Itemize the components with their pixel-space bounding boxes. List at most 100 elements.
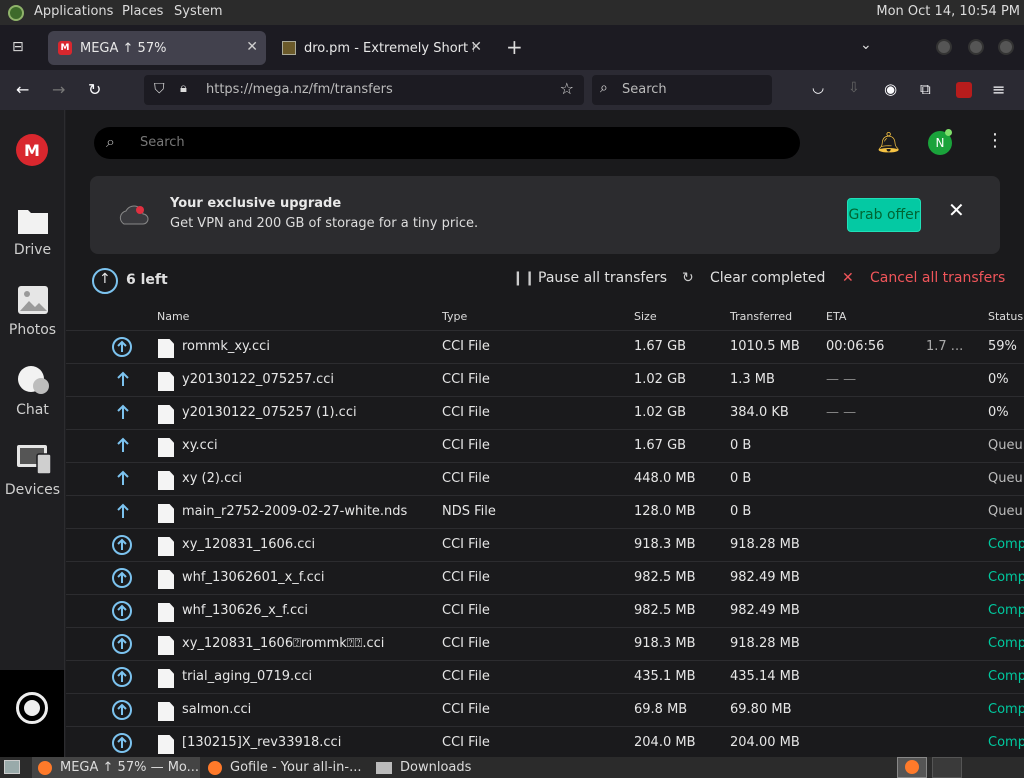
mega-favicon-icon: M xyxy=(58,41,72,55)
search-icon: ⌕ xyxy=(600,80,608,96)
taskbar-item-downloads[interactable]: Downloads xyxy=(370,757,530,778)
pocket-icon[interactable]: ◡ xyxy=(812,80,824,96)
gnome-logo-icon[interactable] xyxy=(8,5,24,21)
shield-icon[interactable]: ⛉ xyxy=(154,81,165,97)
clear-icon[interactable]: ↻ xyxy=(682,270,694,286)
pause-icon[interactable]: ❙❙ xyxy=(512,270,535,286)
lock-icon[interactable]: 🔒︎ xyxy=(180,81,187,96)
table-row[interactable]: salmon.cci CCI File 69.8 MB 69.80 MB Comp xyxy=(66,693,1024,726)
sidebar-item-photos[interactable]: Photos xyxy=(0,284,65,338)
back-icon[interactable]: ← xyxy=(16,80,29,99)
web-search-placeholder: Search xyxy=(622,82,667,97)
file-name: trial_aging_0719.cci xyxy=(182,669,313,684)
clear-completed-button[interactable]: Clear completed xyxy=(710,270,825,286)
new-tab-icon[interactable]: + xyxy=(506,35,523,59)
menu-places[interactable]: Places xyxy=(122,4,163,19)
grab-offer-button[interactable]: Grab offer xyxy=(847,198,921,232)
hamburger-menu-icon[interactable]: ≡ xyxy=(992,80,1005,99)
more-options-icon[interactable]: ⋮ xyxy=(986,130,1004,151)
table-row[interactable]: whf_130626_x_f.cci CCI File 982.5 MB 982.49… xyxy=(66,594,1024,627)
downloads-icon[interactable]: ⇩ xyxy=(848,80,860,96)
table-row[interactable]: whf_13062601_x_f.cci CCI File 982.5 MB 982.… xyxy=(66,561,1024,594)
workspace-switcher[interactable] xyxy=(897,757,927,778)
close-window-icon[interactable] xyxy=(998,39,1014,55)
table-row[interactable]: xy.cci CCI File 1.67 GB 0 B Queu xyxy=(66,429,1024,462)
file-name: xy (2).cci xyxy=(182,471,242,486)
table-row[interactable]: xy_120831_1606⍰rommk⍰⍰.cci CCI File 918.3 … xyxy=(66,627,1024,660)
file-type: NDS File xyxy=(442,504,496,519)
menu-applications[interactable]: Applications xyxy=(34,4,113,19)
close-tab-icon[interactable]: ✕ xyxy=(470,39,482,55)
url-text[interactable]: https://mega.nz/fm/transfers xyxy=(206,82,393,97)
transfer-status: Comp xyxy=(988,669,1024,684)
transfer-status: Comp xyxy=(988,570,1024,585)
mega-search-input[interactable]: ⌕ Search xyxy=(94,127,800,159)
table-row[interactable]: xy_120831_1606.cci CCI File 918.3 MB 918.28… xyxy=(66,528,1024,561)
file-size: 918.3 MB xyxy=(634,636,696,651)
upload-circle-icon xyxy=(111,732,133,758)
col-header-name[interactable]: Name xyxy=(157,310,189,323)
forward-icon[interactable]: → xyxy=(52,80,65,99)
tab-dro[interactable]: dro.pm - Extremely Short Li ✕ xyxy=(272,31,490,65)
transfer-status: Comp xyxy=(988,603,1024,618)
cancel-icon[interactable]: ✕ xyxy=(842,270,854,286)
upload-arrow-icon xyxy=(116,469,130,491)
col-header-transferred[interactable]: Transferred xyxy=(730,310,792,323)
list-tabs-chevron-icon[interactable]: ⌄ xyxy=(860,37,872,53)
sidebar-item-label: Devices xyxy=(4,482,61,498)
close-tab-icon[interactable]: ✕ xyxy=(246,39,258,55)
table-row[interactable]: trial_aging_0719.cci CCI File 435.1 MB 435.… xyxy=(66,660,1024,693)
mega-logo-icon[interactable]: M xyxy=(16,134,48,166)
transferred-amount: 435.14 MB xyxy=(730,669,800,684)
taskbar-item-label: Downloads xyxy=(400,760,472,775)
tab-mega[interactable]: M MEGA ↑ 57% ✕ xyxy=(48,31,266,65)
taskbar-item-gofile[interactable]: Gofile - Your all-in-... xyxy=(202,757,368,778)
reload-icon[interactable]: ↻ xyxy=(88,80,101,99)
file-type: CCI File xyxy=(442,339,490,354)
close-banner-icon[interactable]: ✕ xyxy=(948,198,965,222)
cancel-all-button[interactable]: Cancel all transfers xyxy=(870,270,1005,286)
workspace-2[interactable] xyxy=(932,757,962,778)
upgrade-banner: Your exclusive upgrade Get VPN and 200 G… xyxy=(90,176,1000,254)
panel-clock[interactable]: Mon Oct 14, 10:54 PM xyxy=(876,4,1020,19)
file-size: 1.67 GB xyxy=(634,438,687,453)
file-name: xy.cci xyxy=(182,438,218,453)
sidebar-item-devices[interactable]: Devices xyxy=(0,444,65,498)
sidebar-item-label: Chat xyxy=(16,402,49,418)
menu-system[interactable]: System xyxy=(174,4,222,19)
col-header-type[interactable]: Type xyxy=(442,310,467,323)
photos-icon xyxy=(17,284,49,316)
taskbar-item-mega[interactable]: MEGA ↑ 57% — Mo... xyxy=(32,757,200,778)
file-icon xyxy=(158,438,174,457)
col-header-status[interactable]: Status xyxy=(988,310,1023,323)
col-header-size[interactable]: Size xyxy=(634,310,657,323)
transfer-manager-icon[interactable] xyxy=(16,692,48,724)
upload-circle-icon xyxy=(111,633,133,659)
col-header-eta[interactable]: ETA xyxy=(826,310,846,323)
table-row[interactable]: main_r2752-2009-02-27-white.nds NDS File 1… xyxy=(66,495,1024,528)
upload-arrow-icon xyxy=(116,370,130,392)
upload-arrow-icon xyxy=(116,403,130,425)
table-row[interactable]: rommk_xy.cci CCI File 1.67 GB 1010.5 MB 00:0… xyxy=(66,330,1024,363)
pause-all-button[interactable]: Pause all transfers xyxy=(538,270,667,286)
file-size: 982.5 MB xyxy=(634,570,696,585)
minimize-icon[interactable] xyxy=(936,39,952,55)
upload-circle-icon xyxy=(111,534,133,560)
account-icon[interactable]: ◉ xyxy=(884,80,897,98)
web-search-box[interactable]: ⌕ Search xyxy=(592,75,772,105)
table-row[interactable]: [130215]X_rev33918.cci CCI File 204.0 MB 20… xyxy=(66,726,1024,759)
bookmark-star-icon[interactable]: ☆ xyxy=(560,79,574,98)
tab-overview-icon[interactable]: ⊟ xyxy=(12,39,24,55)
table-row[interactable]: y20130122_075257.cci CCI File 1.02 GB 1.3 M… xyxy=(66,363,1024,396)
notifications-bell-icon[interactable]: 🔔︎ xyxy=(876,130,901,154)
sidebar-item-drive[interactable]: Drive xyxy=(0,204,65,258)
extensions-icon[interactable]: ⧉ xyxy=(920,80,931,98)
ublock-icon[interactable] xyxy=(956,82,972,98)
avatar-letter: N xyxy=(935,136,945,150)
table-row[interactable]: xy (2).cci CCI File 448.0 MB 0 B Queu xyxy=(66,462,1024,495)
maximize-icon[interactable] xyxy=(968,39,984,55)
sidebar-item-chat[interactable]: Chat xyxy=(0,364,65,418)
url-bar[interactable]: ⛉ 🔒︎ https://mega.nz/fm/transfers ☆ xyxy=(144,75,584,105)
table-row[interactable]: y20130122_075257 (1).cci CCI File 1.02 GB 3… xyxy=(66,396,1024,429)
show-desktop-icon[interactable] xyxy=(4,760,20,774)
